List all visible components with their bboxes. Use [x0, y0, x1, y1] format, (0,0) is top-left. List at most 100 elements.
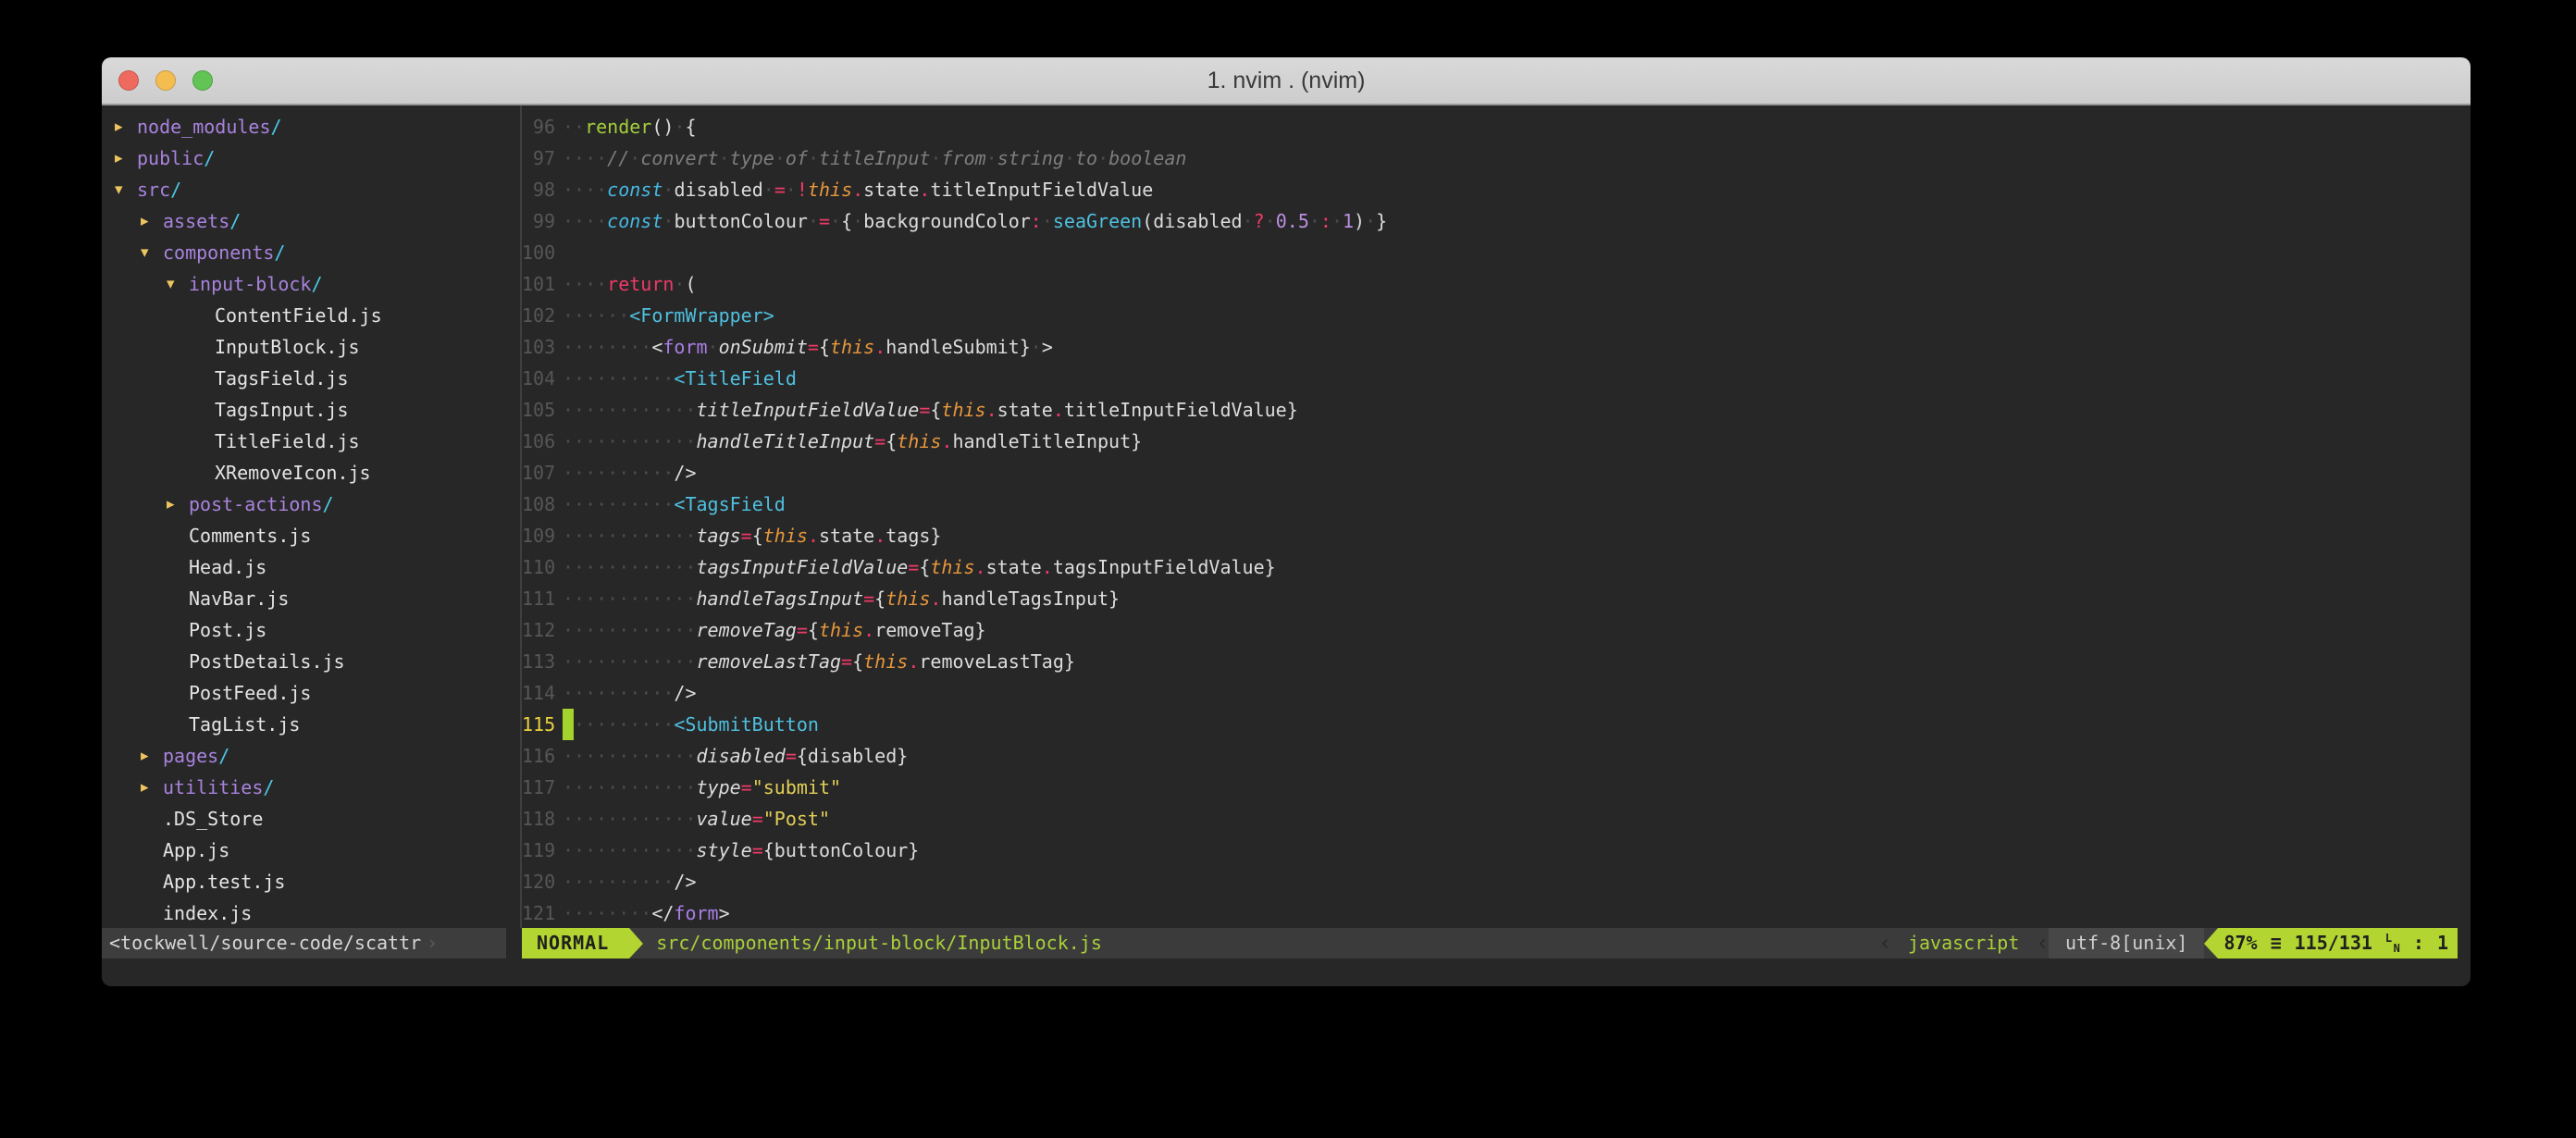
chevron-closed-icon[interactable]: ▸: [141, 740, 163, 772]
tree-item-file[interactable]: PostDetails.js: [102, 646, 520, 677]
line-number: 97: [522, 142, 563, 174]
tree-item-file[interactable]: TagsField.js: [102, 363, 520, 394]
chevron-closed-icon[interactable]: ▸: [115, 111, 137, 142]
close-button[interactable]: [118, 70, 139, 91]
tree-item-label: PostFeed.js: [189, 677, 311, 709]
code-line[interactable]: 97····//·convert·type·of·titleInput·from…: [522, 142, 2471, 174]
code-line[interactable]: 110············tagsInputFieldValue={this…: [522, 551, 2471, 583]
code-line[interactable]: 114··········/>: [522, 677, 2471, 709]
chevron-closed-icon[interactable]: ▸: [115, 142, 137, 174]
code-line[interactable]: 117············type="submit": [522, 772, 2471, 803]
line-number: 121: [522, 897, 563, 928]
code-line[interactable]: 99····const·buttonColour·=·{·backgroundC…: [522, 205, 2471, 237]
code-line[interactable]: 108··········<TagsField: [522, 489, 2471, 520]
line-number: 103: [522, 331, 563, 363]
code-line[interactable]: 121········</form>: [522, 897, 2471, 928]
code-text: ············value="Post": [563, 803, 830, 835]
code-line[interactable]: 100: [522, 237, 2471, 268]
line-number: 118: [522, 803, 563, 835]
tree-item-label: XRemoveIcon.js: [215, 457, 371, 489]
code-text: ··········/>: [563, 866, 697, 897]
tree-item-label: node_modules/: [137, 111, 282, 142]
command-line[interactable]: [102, 959, 2471, 986]
powerline-arrow-icon: [629, 928, 643, 959]
minimize-button[interactable]: [155, 70, 176, 91]
code-line[interactable]: 111············handleTagsInput={this.han…: [522, 583, 2471, 614]
line-number: 100: [522, 237, 563, 268]
tree-item-file[interactable]: Head.js: [102, 551, 520, 583]
code-line[interactable]: 116············disabled={disabled}: [522, 740, 2471, 772]
code-line[interactable]: 96··render()·{: [522, 111, 2471, 142]
nerdtree-statusline: <tockwell/source-code/scattr ›: [102, 928, 506, 959]
line-number: 110: [522, 551, 563, 583]
code-line[interactable]: 101····return·(: [522, 268, 2471, 300]
code-editor[interactable]: 96··render()·{97····//·convert·type·of·t…: [522, 105, 2471, 928]
code-line[interactable]: 106············handleTitleInput={this.ha…: [522, 426, 2471, 457]
code-line[interactable]: 105············titleInputFieldValue={thi…: [522, 394, 2471, 426]
chevron-closed-icon[interactable]: ▸: [167, 489, 189, 520]
line-number: 107: [522, 457, 563, 489]
code-text: ············tagsInputFieldValue={this.st…: [563, 551, 1276, 583]
filetype-indicator: javascript: [1891, 928, 2036, 959]
tree-item-label: components/: [163, 237, 285, 268]
tree-item-dir[interactable]: ▸pages/: [102, 740, 520, 772]
code-line[interactable]: 109············tags={this.state.tags}: [522, 520, 2471, 551]
tree-item-file[interactable]: TagList.js: [102, 709, 520, 740]
code-line[interactable]: 102······<FormWrapper>: [522, 300, 2471, 331]
titlebar[interactable]: 1. nvim . (nvim): [102, 57, 2471, 105]
tree-item-dir[interactable]: ▸utilities/: [102, 772, 520, 803]
nerdtree-panel[interactable]: ▸node_modules/▸public/▾src/▸assets/▾comp…: [102, 105, 520, 928]
tree-item-file[interactable]: index.js: [102, 897, 520, 928]
tree-item-label: TagsField.js: [215, 363, 349, 394]
tree-item-label: Head.js: [189, 551, 266, 583]
code-text: ····return·(: [563, 268, 697, 300]
code-text: ············style={buttonColour}: [563, 835, 919, 866]
tree-item-file[interactable]: Comments.js: [102, 520, 520, 551]
tree-item-file[interactable]: TagsInput.js: [102, 394, 520, 426]
chevron-open-icon[interactable]: ▾: [141, 237, 163, 268]
code-line[interactable]: 118············value="Post": [522, 803, 2471, 835]
tree-item-dir[interactable]: ▸post-actions/: [102, 489, 520, 520]
code-text: ····const·buttonColour·=·{·backgroundCol…: [563, 205, 1387, 237]
code-line[interactable]: 120··········/>: [522, 866, 2471, 897]
tree-item-file[interactable]: Post.js: [102, 614, 520, 646]
tree-item-dir[interactable]: ▾src/: [102, 174, 520, 205]
chevron-open-icon[interactable]: ▾: [167, 268, 189, 300]
code-line[interactable]: 115 ·········<SubmitButton: [522, 709, 2471, 740]
code-line[interactable]: 119············style={buttonColour}: [522, 835, 2471, 866]
zoom-button[interactable]: [192, 70, 213, 91]
tree-item-label: pages/: [163, 740, 229, 772]
code-line[interactable]: 113············removeLastTag={this.remov…: [522, 646, 2471, 677]
statusline-row: <tockwell/source-code/scattr › NORMAL sr…: [102, 928, 2471, 959]
tree-item-file[interactable]: TitleField.js: [102, 426, 520, 457]
current-file-path: src/components/input-block/InputBlock.js: [643, 928, 1878, 959]
tree-item-file[interactable]: XRemoveIcon.js: [102, 457, 520, 489]
code-line[interactable]: 107··········/>: [522, 457, 2471, 489]
tree-item-dir[interactable]: ▸public/: [102, 142, 520, 174]
tree-item-file[interactable]: NavBar.js: [102, 583, 520, 614]
column-separator: :: [2413, 928, 2424, 959]
line-number: 116: [522, 740, 563, 772]
chevron-closed-icon[interactable]: ▸: [141, 205, 163, 237]
tree-item-label: PostDetails.js: [189, 646, 345, 677]
chevron-closed-icon[interactable]: ▸: [141, 772, 163, 803]
tree-item-dir[interactable]: ▸node_modules/: [102, 111, 520, 142]
chevron-open-icon[interactable]: ▾: [115, 174, 137, 205]
line-number: 109: [522, 520, 563, 551]
tree-item-file[interactable]: .DS_Store: [102, 803, 520, 835]
line-number: 111: [522, 583, 563, 614]
tree-item-file[interactable]: App.js: [102, 835, 520, 866]
tree-item-file[interactable]: App.test.js: [102, 866, 520, 897]
code-text: ············handleTitleInput={this.handl…: [563, 426, 1142, 457]
code-line[interactable]: 112············removeTag={this.removeTag…: [522, 614, 2471, 646]
tree-item-dir[interactable]: ▾input-block/: [102, 268, 520, 300]
tree-item-file[interactable]: PostFeed.js: [102, 677, 520, 709]
code-line[interactable]: 98····const·disabled·=·!this.state.title…: [522, 174, 2471, 205]
traffic-lights: [118, 57, 213, 104]
code-line[interactable]: 103········<form·onSubmit={this.handleSu…: [522, 331, 2471, 363]
tree-item-file[interactable]: ContentField.js: [102, 300, 520, 331]
tree-item-file[interactable]: InputBlock.js: [102, 331, 520, 363]
code-line[interactable]: 104··········<TitleField: [522, 363, 2471, 394]
tree-item-dir[interactable]: ▾components/: [102, 237, 520, 268]
tree-item-dir[interactable]: ▸assets/: [102, 205, 520, 237]
